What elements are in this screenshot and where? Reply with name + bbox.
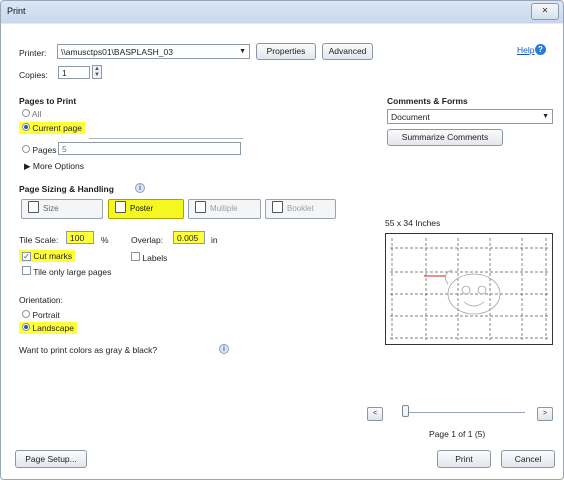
overlap-unit: in [211,235,218,245]
radio-current-page-indicator [22,123,30,131]
radio-landscape-label: Landscape [32,323,74,333]
tile-large-label: Tile only large pages [33,267,112,277]
chevron-right-icon: > [542,410,548,417]
page-sizing-heading: Page Sizing & Handling [19,184,114,194]
poster-button[interactable]: Poster [108,199,184,219]
help-link[interactable]: Help [517,45,534,55]
page-slider-track[interactable] [405,412,525,413]
radio-all[interactable]: All [22,109,41,119]
print-dialog: Print ✕ Printer: \\amusctps01\BASPLASH_0… [0,0,564,480]
labels-check-indicator [131,252,140,261]
overlap-input[interactable]: 0.005 [173,231,205,244]
chevron-down-icon: ▼ [542,113,549,120]
cut-marks-checkbox[interactable]: ✓ Cut marks [19,250,76,262]
poster-button-label: Poster [130,204,154,213]
preview-size-label: 55 x 34 Inches [385,218,441,228]
tile-grid [390,238,548,340]
cut-marks-check-indicator: ✓ [22,252,31,261]
radio-pages[interactable]: Pages [22,145,56,155]
help-icon[interactable]: ? [535,44,546,55]
previous-page-button[interactable]: < [367,407,383,421]
radio-landscape[interactable]: Landscape [19,322,77,334]
size-button-label: Size [43,204,59,213]
multiple-button[interactable]: Multiple [188,199,261,219]
radio-portrait[interactable]: Portrait [22,310,60,320]
page-indicator: Page 1 of 1 (5) [429,429,486,439]
tile-scale-input[interactable]: 100 [66,231,94,244]
multiple-icon [195,201,206,213]
triangle-right-icon: ▶ [24,161,31,171]
next-page-button[interactable]: > [537,407,553,421]
radio-landscape-indicator [22,323,30,331]
tile-large-checkbox[interactable]: Tile only large pages [22,266,111,277]
pages-to-print-heading: Pages to Print [19,96,77,106]
comments-forms-value: Document [391,112,430,122]
pages-range-input[interactable]: 5 [58,142,241,155]
properties-button[interactable]: Properties [256,43,316,60]
page-slider-thumb[interactable] [402,405,409,417]
gray-print-info-icon[interactable]: i [219,344,229,354]
radio-portrait-label: Portrait [32,310,60,320]
radio-pages-indicator [22,145,30,153]
copies-input[interactable]: 1 [58,66,90,79]
radio-portrait-indicator [22,310,30,318]
print-button[interactable]: Print [437,450,491,468]
radio-all-indicator [22,109,30,117]
more-options-label: More Options [32,161,84,171]
booklet-button[interactable]: Booklet [265,199,336,219]
printer-label: Printer: [19,48,47,58]
printer-select[interactable]: \\amusctps01\BASPLASH_03 ▼ [57,44,250,59]
summarize-comments-button[interactable]: Summarize Comments [387,129,503,146]
copies-label: Copies: [19,70,48,80]
chevron-left-icon: < [372,410,378,417]
tile-scale-unit: % [101,235,109,245]
pages-divider [89,138,243,139]
preview-tiles-svg [390,238,548,340]
print-preview [385,233,553,345]
cut-marks-label: Cut marks [33,251,73,261]
orientation-heading: Orientation: [19,295,63,305]
copies-stepper[interactable]: ▲ ▼ [92,65,102,79]
more-options-toggle[interactable]: ▶ More Options [24,161,84,172]
size-button[interactable]: Size [21,199,103,219]
radio-all-label: All [31,109,42,119]
labels-checkbox[interactable]: Labels [131,252,167,263]
preview-artwork [444,269,501,315]
overlap-label: Overlap: [131,235,164,245]
cancel-button[interactable]: Cancel [501,450,555,468]
printer-value: \\amusctps01\BASPLASH_03 [61,47,173,57]
page-setup-button[interactable]: Page Setup... [15,450,87,468]
gray-print-label: Want to print colors as gray & black? [19,345,158,355]
window-title: Print [7,6,26,16]
multiple-button-label: Multiple [210,204,238,213]
booklet-icon [272,201,283,213]
booklet-button-label: Booklet [287,204,314,213]
comments-forms-heading: Comments & Forms [387,96,468,106]
labels-label: Labels [142,253,168,263]
chevron-down-icon: ▼ [239,48,246,55]
radio-current-page-label: Current page [32,123,82,133]
radio-current-page[interactable]: Current page [19,122,85,134]
close-icon: ✕ [541,6,549,15]
poster-icon [115,201,126,213]
dialog-content: Printer: \\amusctps01\BASPLASH_03 ▼ Prop… [7,25,555,471]
size-icon [28,201,39,213]
close-button[interactable]: ✕ [531,3,559,20]
tile-large-check-indicator [22,266,31,275]
tile-scale-label: Tile Scale: [19,235,59,245]
radio-pages-label: Pages [32,145,57,155]
comments-forms-select[interactable]: Document ▼ [387,109,553,124]
advanced-button[interactable]: Advanced [322,43,373,60]
info-icon[interactable]: i [135,183,145,193]
